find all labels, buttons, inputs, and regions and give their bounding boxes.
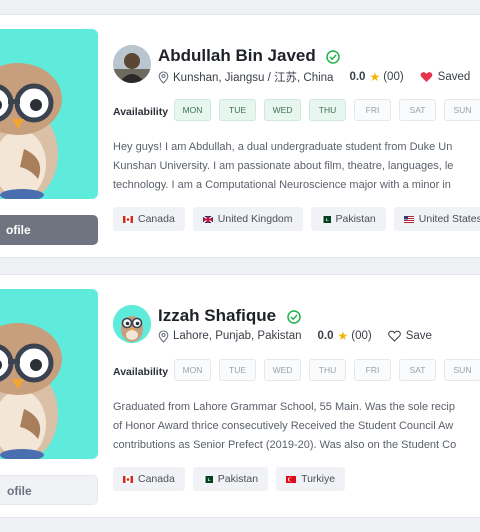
owl-illustration (0, 323, 62, 459)
pakistan-flag-icon (320, 215, 331, 223)
us-flag-icon (403, 215, 414, 223)
tutor-list: ofile Abdullah Bin Javed Kunshan, Jiangs… (0, 0, 480, 532)
day-wed: WED (264, 359, 301, 381)
save-button[interactable]: Saved (420, 71, 471, 83)
bio-line: Graduated from Lahore Grammar School, 55… (113, 401, 455, 413)
day-fri: FRI (354, 99, 391, 121)
view-profile-button[interactable]: ofile (0, 215, 98, 245)
avatar-photo-icon (113, 45, 151, 83)
availability-label: Availability (113, 106, 169, 118)
availability-days: MON TUE WED THU FRI SAT SUN (174, 99, 480, 121)
tutor-location: Kunshan, Jiangsu / 江苏, China (173, 72, 334, 84)
day-mon: MON (174, 359, 211, 381)
turkiye-flag-icon (286, 475, 297, 483)
tutor-meta: Kunshan, Jiangsu / 江苏, China 0.0 ★ (00) … (158, 69, 470, 85)
tutor-hero-image[interactable] (0, 289, 98, 459)
tag-label: Pakistan (217, 473, 259, 485)
day-mon: MON (174, 99, 211, 121)
star-icon: ★ (337, 329, 349, 343)
tag-united-states: United States (393, 207, 480, 231)
check-badge-icon (326, 49, 341, 64)
tag-canada: Canada (113, 207, 185, 231)
tutor-name-row: Abdullah Bin Javed (158, 46, 341, 66)
day-fri: FRI (354, 359, 391, 381)
tutor-name-row: Izzah Shafique (158, 306, 301, 326)
tutor-rating: 0.0 (317, 330, 334, 342)
bio-line: Hey guys! I am Abdullah, a dual undergra… (113, 141, 453, 153)
availability-days: MON TUE WED THU FRI SAT SUN (174, 359, 480, 381)
tag-pakistan: Pakistan (310, 207, 386, 231)
tag-label: Canada (138, 213, 175, 225)
review-count[interactable]: (00) (351, 330, 371, 342)
day-sun: SUN (444, 359, 480, 381)
language-tags: Canada United Kingdom Pakistan United St… (113, 207, 480, 231)
avatar[interactable] (113, 45, 151, 83)
heart-filled-icon (420, 72, 433, 82)
tutor-bio: Graduated from Lahore Grammar School, 55… (113, 398, 480, 455)
tag-pakistan: Pakistan (192, 467, 269, 491)
owl-avatar-icon (113, 305, 151, 343)
star-icon: ★ (369, 70, 381, 84)
tag-label: United States (418, 213, 480, 225)
canada-flag-icon (123, 475, 133, 483)
availability-label: Availability (113, 366, 169, 378)
day-sun: SUN (444, 99, 480, 121)
save-label: Saved (437, 71, 471, 83)
tag-label: Turkiye (301, 473, 336, 485)
tutor-card: ofile Izzah Shafique Lahore, Punjab, Pak… (0, 274, 480, 518)
canada-flag-icon (123, 215, 133, 223)
avatar[interactable] (113, 305, 151, 343)
day-thu: THU (309, 359, 346, 381)
tag-turkiye: Turkiye (276, 467, 346, 491)
tag-label: Canada (138, 473, 175, 485)
tutor-name[interactable]: Abdullah Bin Javed (158, 46, 316, 65)
save-button[interactable]: Save (387, 330, 432, 342)
pakistan-flag-icon (202, 475, 213, 483)
review-count[interactable]: (00) (383, 71, 403, 83)
tutor-card: ofile Abdullah Bin Javed Kunshan, Jiangs… (0, 14, 480, 258)
tag-united-kingdom: United Kingdom (192, 207, 303, 231)
bio-line: of Honor Award thrice consecutively Rece… (113, 420, 454, 432)
tutor-bio: Hey guys! I am Abdullah, a dual undergra… (113, 138, 480, 195)
bio-line: Kunshan University. I am passionate abou… (113, 160, 454, 172)
bio-line: contributions as Senior Prefect (2019-20… (113, 439, 457, 451)
day-wed: WED (264, 99, 301, 121)
location-pin-icon (158, 70, 169, 84)
day-sat: SAT (399, 359, 436, 381)
day-thu: THU (309, 99, 346, 121)
day-sat: SAT (399, 99, 436, 121)
tutor-name[interactable]: Izzah Shafique (158, 306, 276, 325)
tutor-meta: Lahore, Punjab, Pakistan 0.0 ★ (00) Save (158, 329, 432, 343)
day-tue: TUE (219, 99, 256, 121)
language-tags: Canada Pakistan Turkiye (113, 467, 353, 491)
tutor-rating: 0.0 (349, 71, 366, 83)
tag-canada: Canada (113, 467, 185, 491)
check-badge-icon (287, 309, 301, 324)
bio-line: technology. I am a Computational Neurosc… (113, 179, 451, 191)
heart-outline-icon (387, 330, 401, 342)
save-label: Save (405, 330, 432, 342)
view-profile-button[interactable]: ofile (0, 475, 98, 505)
location-pin-icon (158, 329, 169, 343)
day-tue: TUE (219, 359, 256, 381)
tutor-hero-image[interactable] (0, 29, 98, 199)
tag-label: Pakistan (335, 213, 376, 225)
owl-illustration (0, 63, 62, 199)
uk-flag-icon (202, 215, 213, 223)
tag-label: United Kingdom (217, 213, 293, 225)
tutor-location: Lahore, Punjab, Pakistan (173, 330, 302, 342)
